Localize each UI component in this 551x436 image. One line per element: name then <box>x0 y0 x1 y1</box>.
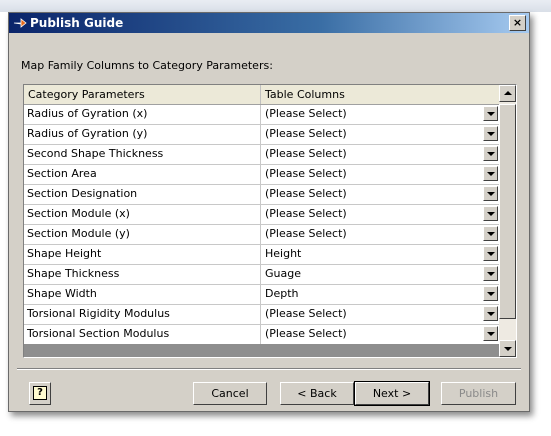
table-column-select[interactable]: (Please Select) <box>261 125 499 144</box>
category-parameter-cell: Shape Width <box>24 285 261 304</box>
chevron-down-icon <box>487 152 495 156</box>
dropdown-button[interactable] <box>483 146 498 161</box>
publish-guide-dialog: Publish Guide × Map Family Columns to Ca… <box>8 12 530 412</box>
table-row: Shape Thickness Guage <box>24 265 499 285</box>
selected-value: (Please Select) <box>265 327 347 340</box>
chevron-down-icon <box>487 112 495 116</box>
category-parameter-cell: Second Shape Thickness <box>24 145 261 164</box>
chevron-down-icon <box>487 232 495 236</box>
chevron-down-icon <box>487 192 495 196</box>
publish-arrow-icon <box>13 18 27 28</box>
selected-value: Depth <box>265 287 299 300</box>
selected-value: (Please Select) <box>265 107 347 120</box>
close-button[interactable]: × <box>509 15 526 31</box>
chevron-down-icon <box>487 212 495 216</box>
table-column-select[interactable]: Guage <box>261 265 499 284</box>
back-button[interactable]: < Back <box>280 382 354 405</box>
table-column-select[interactable]: (Please Select) <box>261 225 499 244</box>
table-column-select[interactable]: (Please Select) <box>261 325 499 344</box>
chevron-down-icon <box>487 132 495 136</box>
selected-value: Height <box>265 247 302 260</box>
help-button[interactable]: ? <box>29 382 51 405</box>
category-parameter-cell: Section Module (x) <box>24 205 261 224</box>
selected-value: Guage <box>265 267 301 280</box>
table-row: Second Shape Thickness (Please Select) <box>24 145 499 165</box>
grid-footer <box>24 344 499 357</box>
mapping-grid: Category Parameters Table Columns Radius… <box>23 84 517 358</box>
selected-value: (Please Select) <box>265 127 347 140</box>
table-column-select[interactable]: (Please Select) <box>261 185 499 204</box>
chevron-down-icon <box>487 252 495 256</box>
table-column-select[interactable]: (Please Select) <box>261 165 499 184</box>
dropdown-button[interactable] <box>483 286 498 301</box>
table-column-select[interactable]: (Please Select) <box>261 305 499 324</box>
category-parameter-cell: Section Area <box>24 165 261 184</box>
instruction-label: Map Family Columns to Category Parameter… <box>21 59 273 72</box>
next-button[interactable]: Next > <box>354 381 430 406</box>
title-bar[interactable]: Publish Guide × <box>9 13 529 33</box>
table-row: Section Area (Please Select) <box>24 165 499 185</box>
category-parameter-cell: Radius of Gyration (x) <box>24 105 261 124</box>
chevron-down-icon <box>487 172 495 176</box>
background-window <box>0 0 551 12</box>
table-row: Radius of Gyration (x) (Please Select) <box>24 105 499 125</box>
dropdown-button[interactable] <box>483 166 498 181</box>
selected-value: (Please Select) <box>265 167 347 180</box>
publish-button[interactable]: Publish <box>441 382 516 405</box>
category-parameter-cell: Section Module (y) <box>24 225 261 244</box>
selected-value: (Please Select) <box>265 147 347 160</box>
table-row: Section Module (y) (Please Select) <box>24 225 499 245</box>
header-table-columns[interactable]: Table Columns <box>261 85 499 104</box>
chevron-up-icon <box>504 91 512 95</box>
cancel-button[interactable]: Cancel <box>193 382 267 405</box>
chevron-down-icon <box>487 272 495 276</box>
dropdown-button[interactable] <box>483 186 498 201</box>
category-parameter-cell: Section Designation <box>24 185 261 204</box>
table-row: Section Module (x) (Please Select) <box>24 205 499 225</box>
category-parameter-cell: Torsional Rigidity Modulus <box>24 305 261 324</box>
table-row: Shape Width Depth <box>24 285 499 305</box>
vertical-scrollbar[interactable] <box>499 85 516 357</box>
selected-value: (Please Select) <box>265 227 347 240</box>
dropdown-button[interactable] <box>483 246 498 261</box>
dropdown-button[interactable] <box>483 326 498 341</box>
grid-body: Category Parameters Table Columns Radius… <box>24 85 499 345</box>
grid-header: Category Parameters Table Columns <box>24 85 499 105</box>
table-column-select[interactable]: Depth <box>261 285 499 304</box>
table-column-select[interactable]: (Please Select) <box>261 205 499 224</box>
selected-value: (Please Select) <box>265 307 347 320</box>
scroll-up-button[interactable] <box>499 85 516 102</box>
table-column-select[interactable]: (Please Select) <box>261 145 499 164</box>
dropdown-button[interactable] <box>483 226 498 241</box>
table-row: Section Designation (Please Select) <box>24 185 499 205</box>
table-column-select[interactable]: Height <box>261 245 499 264</box>
table-row: Torsional Rigidity Modulus (Please Selec… <box>24 305 499 325</box>
table-row: Shape Height Height <box>24 245 499 265</box>
scroll-down-button[interactable] <box>499 340 516 357</box>
dropdown-button[interactable] <box>483 106 498 121</box>
dialog-title: Publish Guide <box>30 16 124 30</box>
chevron-down-icon <box>487 292 495 296</box>
dropdown-button[interactable] <box>483 266 498 281</box>
category-parameter-cell: Radius of Gyration (y) <box>24 125 261 144</box>
table-column-select[interactable]: (Please Select) <box>261 105 499 124</box>
table-row: Torsional Section Modulus (Please Select… <box>24 325 499 345</box>
help-icon: ? <box>33 386 47 400</box>
dropdown-button[interactable] <box>483 126 498 141</box>
chevron-down-icon <box>487 332 495 336</box>
chevron-down-icon <box>487 312 495 316</box>
dropdown-button[interactable] <box>483 206 498 221</box>
table-row: Radius of Gyration (y) (Please Select) <box>24 125 499 145</box>
selected-value: (Please Select) <box>265 207 347 220</box>
selected-value: (Please Select) <box>265 187 347 200</box>
dropdown-button[interactable] <box>483 306 498 321</box>
scroll-thumb[interactable] <box>499 104 516 319</box>
category-parameter-cell: Torsional Section Modulus <box>24 325 261 344</box>
category-parameter-cell: Shape Height <box>24 245 261 264</box>
chevron-down-icon <box>504 347 512 351</box>
header-category-parameters[interactable]: Category Parameters <box>24 85 261 104</box>
divider <box>17 368 521 370</box>
category-parameter-cell: Shape Thickness <box>24 265 261 284</box>
